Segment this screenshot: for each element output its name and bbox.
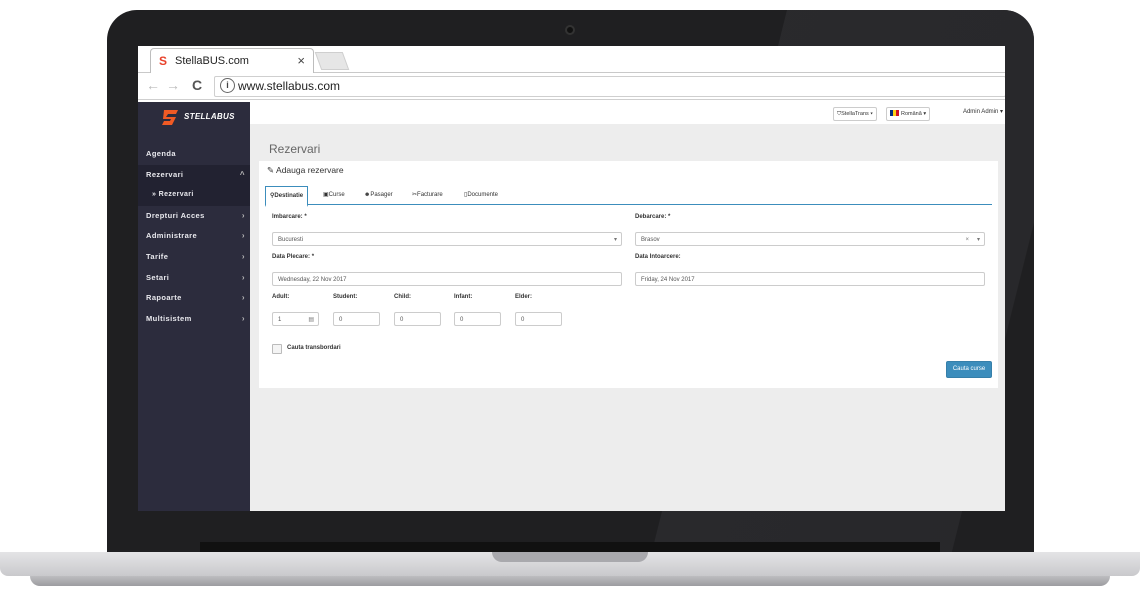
student-label: Student: bbox=[333, 294, 358, 300]
sidebar-item-multisistem[interactable]: Multisistem › bbox=[138, 309, 250, 330]
child-label: Child: bbox=[394, 294, 411, 300]
reservation-card: ✎ Adauga rezervare ⚲Destinatie ▣Curse ☻P… bbox=[259, 161, 998, 388]
sidebar-menu: Agenda Rezervari ^ » Rezervari Drepturi … bbox=[138, 144, 250, 329]
chevron-right-icon: › bbox=[241, 313, 245, 323]
sidebar-subitem-rezervari[interactable]: » Rezervari bbox=[138, 185, 250, 206]
child-input[interactable]: 0 bbox=[394, 312, 441, 326]
transfer-label: Cauta transbordari bbox=[287, 345, 341, 351]
infant-input[interactable]: 0 bbox=[454, 312, 501, 326]
webcam bbox=[565, 25, 575, 35]
laptop-notch bbox=[492, 552, 648, 562]
reload-icon[interactable]: C bbox=[192, 77, 202, 93]
tab-documente[interactable]: ▯Documente bbox=[460, 186, 502, 204]
infant-label: Infant: bbox=[454, 294, 473, 300]
elder-label: Elder: bbox=[515, 294, 533, 300]
site-info-icon[interactable]: i bbox=[220, 78, 235, 93]
tab-close-icon[interactable]: × bbox=[297, 53, 305, 68]
sidebar-item-label: Tarife bbox=[146, 251, 169, 261]
top-navbar: ⛉StellaTrans ▾ Română ▾ Admin Admin ▾ bbox=[250, 102, 1005, 124]
sidebar-item-label: Rapoarte bbox=[146, 293, 182, 303]
language-dropdown[interactable]: Română ▾ bbox=[886, 107, 931, 121]
chevron-right-icon: › bbox=[241, 293, 245, 303]
clear-icon[interactable]: × bbox=[965, 233, 969, 247]
sidebar-item-drepturi-acces[interactable]: Drepturi Acces › bbox=[138, 206, 250, 227]
sidebar: STELLABUS Agenda Rezervari ^ » Rezervari… bbox=[138, 102, 250, 511]
address-bar[interactable]: i www.stellabus.com bbox=[214, 76, 1005, 97]
url-text: www.stellabus.com bbox=[238, 79, 341, 93]
search-routes-button[interactable]: Cauta curse bbox=[946, 361, 992, 378]
imbarcare-label: Imbarcare: * bbox=[272, 214, 307, 220]
tab-facturare[interactable]: ✂Facturare bbox=[408, 186, 447, 204]
debarcare-select[interactable]: Brasov × ▾ bbox=[635, 232, 985, 246]
browser-toolbar: ← → C i www.stellabus.com bbox=[138, 73, 1005, 100]
sidebar-item-setari[interactable]: Setari › bbox=[138, 268, 250, 289]
browser-tab[interactable]: S StellaBUS.com × bbox=[150, 48, 314, 73]
data-plecare-label: Data Plecare: * bbox=[272, 254, 315, 260]
adult-stepper[interactable]: 1 ▤ bbox=[272, 312, 319, 326]
back-icon[interactable]: ← bbox=[146, 77, 160, 93]
ticket-icon: ✎ bbox=[267, 165, 275, 175]
tab-pasager[interactable]: ☻Pasager bbox=[360, 186, 397, 204]
transfer-checkbox[interactable] bbox=[272, 344, 282, 354]
tab-destinatie[interactable]: ⚲Destinatie bbox=[265, 186, 309, 207]
debarcare-label: Debarcare: * bbox=[635, 214, 671, 220]
chevron-right-icon: › bbox=[241, 210, 245, 220]
tab-title: StellaBUS.com bbox=[175, 55, 249, 67]
sidebar-item-label: Multisistem bbox=[146, 313, 192, 323]
data-plecare-field[interactable]: Wednesday, 22 Nov 2017 bbox=[272, 272, 622, 286]
stellabus-favicon-icon: S bbox=[159, 54, 168, 68]
sidebar-item-label: » Rezervari bbox=[152, 191, 194, 199]
adult-label: Adult: bbox=[272, 294, 290, 300]
sidebar-item-administrare[interactable]: Administrare › bbox=[138, 226, 250, 247]
forward-icon[interactable]: → bbox=[166, 77, 180, 93]
chevron-right-icon: › bbox=[241, 251, 245, 261]
chevron-right-icon: › bbox=[241, 272, 245, 282]
sidebar-item-rapoarte[interactable]: Rapoarte › bbox=[138, 288, 250, 309]
chevron-up-icon: ^ bbox=[239, 169, 245, 179]
data-intoarcere-field[interactable]: Friday, 24 Nov 2017 bbox=[635, 272, 985, 286]
chevron-right-icon: › bbox=[241, 231, 245, 241]
romania-flag-icon bbox=[890, 110, 899, 116]
sidebar-item-rezervari[interactable]: Rezervari ^ bbox=[138, 164, 250, 186]
company-dropdown[interactable]: ⛉StellaTrans ▾ bbox=[833, 107, 877, 121]
new-tab-button[interactable] bbox=[314, 52, 350, 70]
laptop-screen: S StellaBUS.com × ← → C i www.stellabus.… bbox=[138, 46, 1005, 511]
caret-down-icon: ▾ bbox=[976, 237, 980, 243]
tab-curse[interactable]: ▣Curse bbox=[319, 186, 349, 204]
laptop-hinge bbox=[200, 542, 940, 552]
stepper-icon[interactable]: ▤ bbox=[308, 313, 314, 327]
stellabus-logo-icon bbox=[162, 110, 178, 125]
elder-input[interactable]: 0 bbox=[515, 312, 562, 326]
student-input[interactable]: 0 bbox=[333, 312, 380, 326]
sidebar-item-label: Rezervari bbox=[146, 169, 184, 179]
caret-down-icon: ▾ bbox=[613, 237, 617, 243]
sidebar-item-tarife[interactable]: Tarife › bbox=[138, 247, 250, 268]
data-intoarcere-label: Data Intoarcere: bbox=[635, 254, 681, 260]
sidebar-item-agenda[interactable]: Agenda bbox=[138, 144, 250, 165]
user-menu[interactable]: Admin Admin ▾ bbox=[963, 108, 1003, 115]
browser-tabbar: S StellaBUS.com × bbox=[138, 46, 1005, 73]
sidebar-item-label: Drepturi Acces bbox=[146, 210, 205, 220]
laptop-base-bottom bbox=[30, 576, 1110, 586]
imbarcare-select[interactable]: Bucuresti ▾ bbox=[272, 232, 622, 246]
card-title: ✎ Adauga rezervare bbox=[267, 165, 344, 175]
page-title: Rezervari bbox=[269, 142, 321, 156]
sidebar-item-label: Agenda bbox=[146, 149, 176, 158]
sidebar-item-label: Setari bbox=[146, 272, 170, 282]
form-tabs: ⚲Destinatie ▣Curse ☻Pasager ✂Facturare ▯… bbox=[265, 184, 992, 207]
app-root: STELLABUS Agenda Rezervari ^ » Rezervari… bbox=[138, 102, 1005, 511]
logo-text: STELLABUS bbox=[184, 112, 235, 121]
sidebar-item-label: Administrare bbox=[146, 231, 198, 241]
